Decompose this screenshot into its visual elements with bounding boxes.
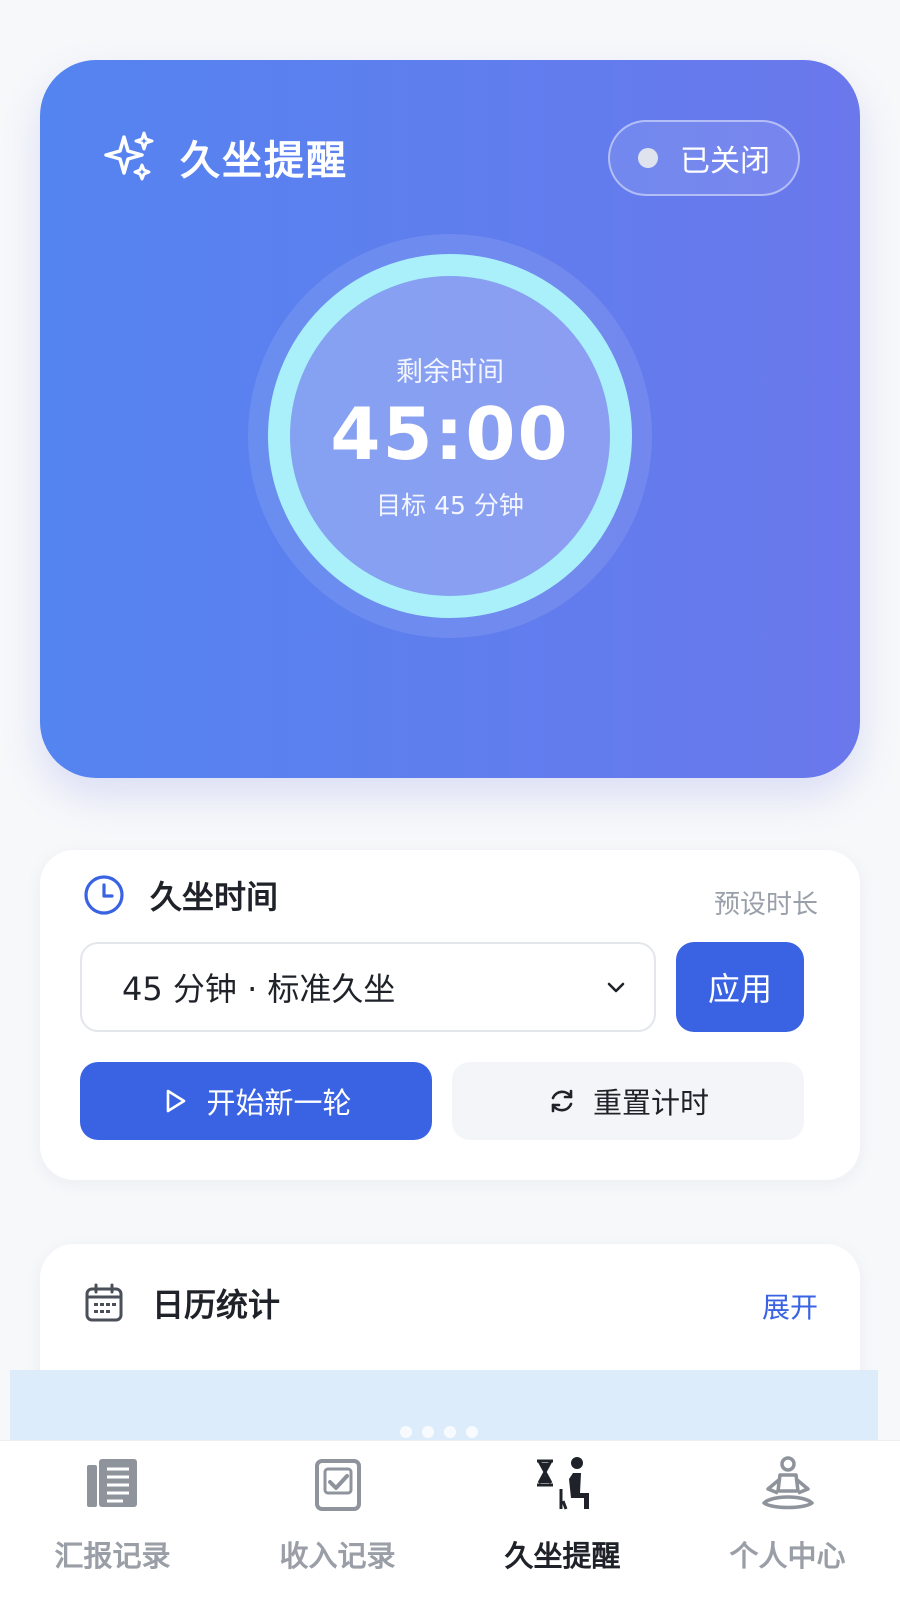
timer-ring: 剩余时间 45:00 目标 45 分钟 [268,254,632,618]
sedentary-hero-card: 久坐提醒 已关闭 剩余时间 45:00 目标 45 分钟 [40,60,860,778]
sitting-duration-card: 久坐时间 预设时长 45 分钟 · 标准久坐 应用 开始新一轮 重置计时 [40,850,860,1180]
reminder-status-toggle[interactable]: 已关闭 [608,120,800,196]
nav-item-income[interactable]: 收入记录 [225,1441,450,1600]
calendar-icon [85,1283,123,1322]
expand-link[interactable]: 展开 [762,1286,818,1326]
play-icon [167,1089,186,1113]
start-button-label: 开始新一轮 [206,1086,352,1120]
bottom-nav: 汇报记录 收入记录 久坐提醒 个人中心 [0,1440,900,1600]
nav-label: 个人中心 [729,1539,846,1573]
target-duration: 目标 45 分钟 [376,491,524,521]
income-check-icon [314,1459,361,1511]
selected-duration: 45 分钟 · 标准久坐 [122,970,396,1008]
nav-item-sedentary[interactable]: 久坐提醒 [450,1441,675,1600]
calendar-header: 日历统计 [82,1280,280,1326]
strip-dots [400,1426,478,1438]
card-header: 久坐时间 [82,872,278,918]
report-icon [86,1459,137,1507]
card-subtitle: 预设时长 [713,890,818,920]
card-title: 久坐时间 [150,878,279,916]
countdown-time: 45:00 [330,391,570,476]
reset-button-label: 重置计时 [592,1086,709,1120]
nav-label: 久坐提醒 [504,1539,621,1573]
calendar-title: 日历统计 [152,1286,281,1324]
refresh-icon [551,1089,573,1113]
nav-item-report[interactable]: 汇报记录 [0,1441,225,1600]
chevron-down-icon [607,982,625,993]
duration-select[interactable]: 45 分钟 · 标准久坐 [80,942,656,1032]
page-title: 久坐提醒 [180,138,348,184]
reset-timer-button[interactable]: 重置计时 [452,1062,804,1140]
nav-label: 收入记录 [279,1539,396,1573]
clock-icon [84,875,124,915]
remaining-time-label: 剩余时间 [396,356,504,388]
nav-item-profile[interactable]: 个人中心 [675,1441,900,1600]
calendar-preview-strip [10,1370,878,1442]
apply-button[interactable]: 应用 [676,942,804,1032]
status-dot [638,148,658,168]
sitting-timer-icon [536,1457,589,1510]
status-label: 已关闭 [680,144,770,179]
nav-label: 汇报记录 [54,1539,171,1573]
start-new-round-button[interactable]: 开始新一轮 [80,1062,432,1140]
meditation-person-icon [761,1456,814,1510]
hero-header: 久坐提醒 [102,128,348,186]
sparkle-icon [104,131,154,181]
